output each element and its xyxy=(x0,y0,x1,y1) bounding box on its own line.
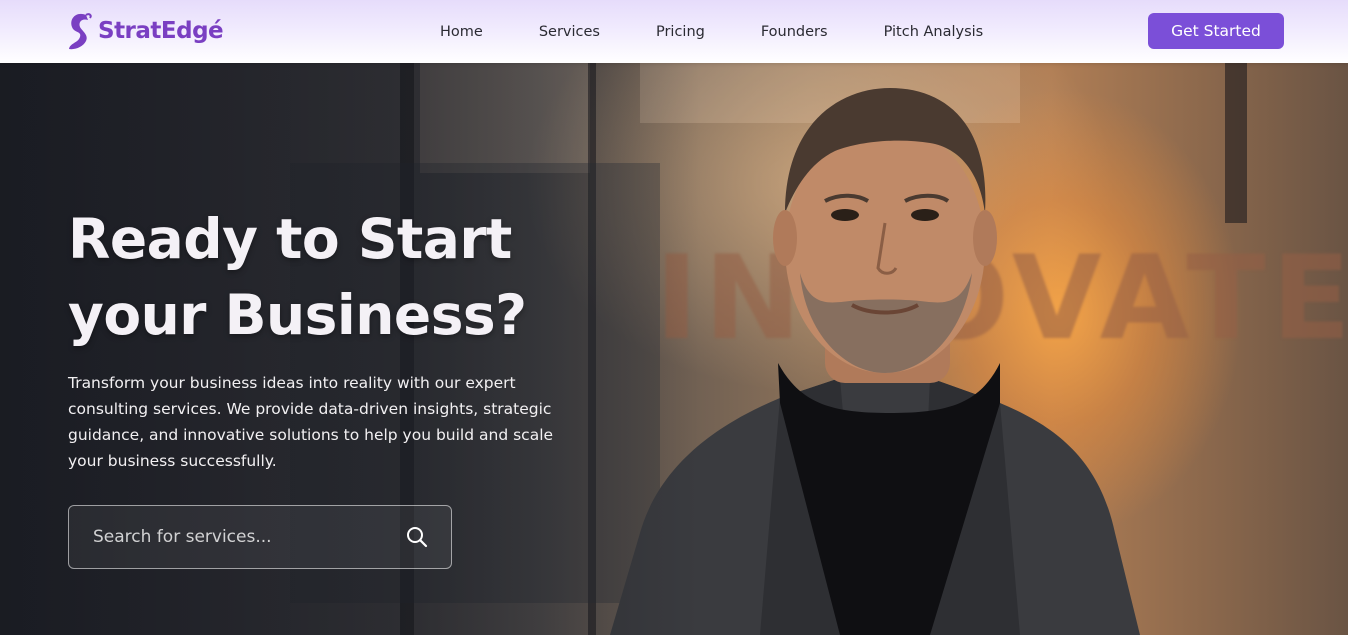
nav-link-home[interactable]: Home xyxy=(440,24,483,40)
service-search-input[interactable] xyxy=(69,506,405,568)
hero-title-line-1: Ready to Start xyxy=(68,207,512,271)
brand-logo[interactable]: StratEdgé xyxy=(66,9,224,53)
nav-link-pitch-analysis[interactable]: Pitch Analysis xyxy=(884,24,984,40)
nav-link-pricing[interactable]: Pricing xyxy=(656,24,705,40)
window-frame xyxy=(1225,63,1247,223)
swan-logo-icon xyxy=(69,13,92,50)
top-navbar: StratEdgé Home Services Pricing Founders… xyxy=(0,0,1348,63)
get-started-button[interactable]: Get Started xyxy=(1148,13,1284,49)
main-nav: Home Services Pricing Founders Pitch Ana… xyxy=(440,0,1039,63)
search-icon[interactable] xyxy=(405,525,429,549)
nav-link-services[interactable]: Services xyxy=(539,24,600,40)
hero-section: INNOVATE Ready to Start your Business? T… xyxy=(0,63,1348,635)
hero-title-line-2: your Business? xyxy=(68,283,527,347)
hero-description: Transform your business ideas into reali… xyxy=(68,374,554,470)
nav-link-founders[interactable]: Founders xyxy=(761,24,828,40)
brand-name: StratEdgé xyxy=(98,18,224,44)
service-search-box xyxy=(68,505,452,569)
hero-title: Ready to Start your Business? xyxy=(68,201,588,353)
